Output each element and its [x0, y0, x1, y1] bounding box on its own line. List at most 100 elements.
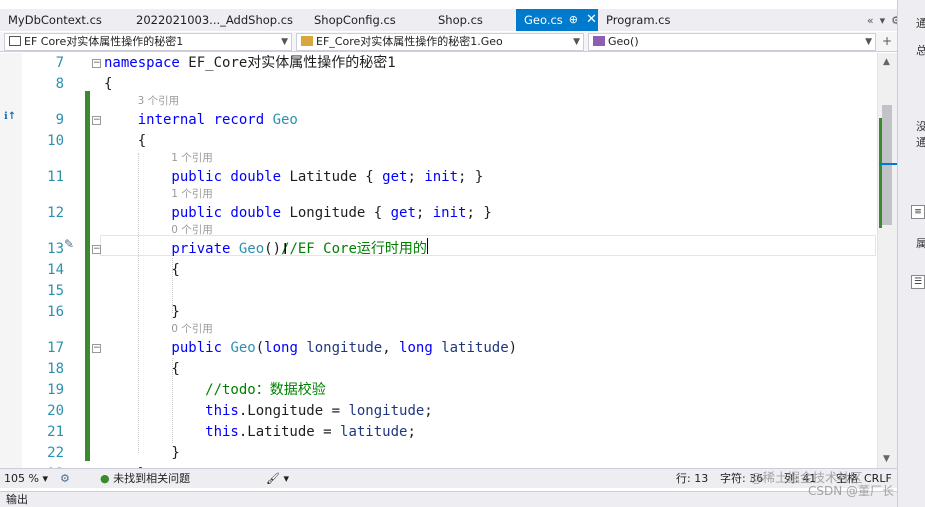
code-line[interactable]: 21 this.Latitude = latitude; — [0, 422, 877, 443]
code-token: long — [399, 340, 442, 356]
code-token: get — [390, 205, 416, 221]
tab-geo-cs[interactable]: Geo.cs ⊕ ✕ — [516, 9, 598, 31]
ibeam-cursor-icon: I — [283, 240, 288, 258]
code-text: private Geo()//EF Core运行时用的 — [104, 239, 427, 260]
code-token: ; } — [466, 205, 492, 221]
type-dropdown[interactable]: EF_Core对实体属性操作的秘密1.Geo ▼ — [296, 33, 584, 51]
code-line[interactable]: 17− public Geo(long longitude, long lati… — [0, 338, 877, 359]
code-line[interactable]: 18 { — [0, 359, 877, 380]
pin-icon[interactable]: ⊕ — [569, 9, 578, 31]
code-text: { — [104, 359, 179, 380]
line-number: 13 — [47, 241, 64, 257]
code-editor[interactable]: ℹ↑ ✎ 7− namespace EF_Core对实体属性操作的秘密1 8{9− … — [0, 53, 877, 468]
code-line[interactable]: 19 //todo：数据校验 — [0, 380, 877, 401]
line-number: 22 — [47, 445, 64, 461]
zoom-level[interactable]: 105 % ▾ — [4, 469, 48, 488]
tab-program-cs[interactable]: Program.cs — [598, 9, 698, 31]
zoom-level-value: 105 % — [4, 472, 39, 485]
type-dropdown-label: EF_Core对实体属性操作的秘密1.Geo — [316, 35, 503, 48]
properties-grid-icon[interactable]: ≡ — [911, 205, 925, 219]
line-number: 9 — [55, 112, 64, 128]
code-line[interactable]: 9 − internal record Geo — [0, 110, 877, 131]
code-token: { — [104, 133, 147, 149]
code-token: ; — [424, 403, 433, 419]
codelens-references[interactable]: 1 个引用 — [171, 151, 213, 165]
line-number: 19 — [47, 382, 64, 398]
tab-shop-cs[interactable]: Shop.cs — [430, 9, 516, 31]
code-token: } — [104, 304, 180, 320]
code-line[interactable]: 12 public double Longitude { get; init; … — [0, 203, 877, 224]
code-token: //EF Core运行时用的 — [281, 241, 427, 257]
code-line[interactable]: 15 — [0, 281, 877, 302]
collapse-region-icon[interactable]: − — [92, 59, 101, 68]
member-dropdown[interactable]: Geo() ▼ — [588, 33, 876, 51]
code-token: , — [382, 340, 400, 356]
codelens-references[interactable]: 3 个引用 — [138, 94, 180, 108]
member-dropdown-label: Geo() — [608, 35, 639, 48]
codelens-references[interactable]: 1 个引用 — [171, 187, 213, 201]
project-dropdown[interactable]: EF Core对实体属性操作的秘密1 ▼ — [4, 33, 292, 51]
issues-text: 未找到相关问题 — [113, 472, 191, 485]
right-panel-text-5: 属 — [916, 237, 925, 250]
tab-label: ShopConfig.cs — [314, 13, 396, 27]
line-number: 7 — [55, 55, 64, 71]
code-token: { — [104, 262, 180, 278]
code-token: ) — [508, 340, 518, 356]
code-line[interactable]: 20 this.Longitude = longitude; — [0, 401, 877, 422]
right-panel-text-4: 通 — [916, 136, 925, 149]
code-line[interactable]: 13 − private Geo()//EF Core运行时用的 — [0, 239, 877, 260]
brush-dropdown-icon[interactable]: 🖌 ▾ — [266, 469, 289, 488]
code-token: ; — [407, 169, 425, 185]
code-token: public double — [104, 205, 290, 221]
code-line[interactable]: 8{ — [0, 74, 877, 95]
code-text: public Geo(long longitude, long latitude… — [104, 338, 517, 359]
scrollbar-thumb[interactable] — [882, 105, 892, 225]
project-dropdown-label: EF Core对实体属性操作的秘密1 — [24, 35, 184, 48]
tab-list-dropdown-icon[interactable]: ▾ — [880, 14, 886, 27]
scroll-up-icon[interactable]: ▲ — [883, 57, 890, 67]
code-line[interactable]: 11 public double Latitude { get; init; } — [0, 167, 877, 188]
method-icon — [593, 36, 605, 46]
collapse-region-icon[interactable]: − — [92, 344, 101, 353]
code-token: longitude — [306, 340, 383, 356]
collapse-region-icon[interactable]: − — [92, 116, 101, 125]
scroll-down-icon[interactable]: ▼ — [883, 454, 890, 464]
issues-indicator[interactable]: ● 未找到相关问题 — [100, 469, 190, 488]
categorized-view-icon[interactable]: ☰ — [911, 275, 925, 289]
code-line[interactable]: 16 } — [0, 302, 877, 323]
code-token: internal record — [104, 112, 273, 128]
vertical-scrollbar[interactable]: ▲ ▼ — [877, 53, 897, 468]
code-token: Geo — [230, 340, 256, 356]
code-token: public — [104, 340, 231, 356]
right-panel-text-3: 没 — [916, 120, 925, 133]
codelens-references[interactable]: 0 个引用 — [171, 223, 213, 237]
tab-tools: «▾⚙ — [867, 9, 901, 31]
split-window-icon[interactable]: + — [882, 34, 892, 48]
code-token: EF_Core对实体属性操作的秘密1 — [188, 55, 396, 71]
text-caret — [426, 238, 428, 254]
code-line[interactable]: 22 } — [0, 443, 877, 464]
tab-shopconfig-cs[interactable]: ShopConfig.cs — [306, 9, 430, 31]
line-number: 14 — [47, 262, 64, 278]
code-text: } — [104, 443, 179, 464]
code-cleanup-icon[interactable]: ⚙ — [60, 469, 70, 488]
collapse-region-icon[interactable]: − — [92, 245, 101, 254]
tab-mydbcontext-cs[interactable]: MyDbContext.cs — [0, 9, 128, 31]
code-line[interactable]: 10 { — [0, 131, 877, 152]
line-number: 10 — [47, 133, 64, 149]
chevron-down-icon: ▼ — [865, 37, 872, 47]
tab-label: Program.cs — [606, 13, 671, 27]
tab-label: Shop.cs — [438, 13, 483, 27]
code-text: public double Longitude { get; init; } — [104, 203, 492, 224]
code-line[interactable]: 14 { — [0, 260, 877, 281]
code-line[interactable]: 7 − namespace EF_Core对实体属性操作的秘密1 — [0, 53, 877, 74]
right-panel-text-2: 总 — [916, 44, 925, 57]
tab-scroll-icon[interactable]: « — [867, 14, 874, 27]
close-icon[interactable]: ✕ — [586, 9, 597, 31]
codelens-references[interactable]: 0 个引用 — [171, 322, 213, 336]
output-pane-header: 输出 — [0, 491, 897, 507]
code-token: Geo — [238, 241, 265, 257]
line-number: 21 — [47, 424, 64, 440]
code-token: latitude — [340, 424, 408, 440]
tab-2022021003-addshop-cs[interactable]: 2022021003..._AddShop.cs — [128, 9, 306, 31]
